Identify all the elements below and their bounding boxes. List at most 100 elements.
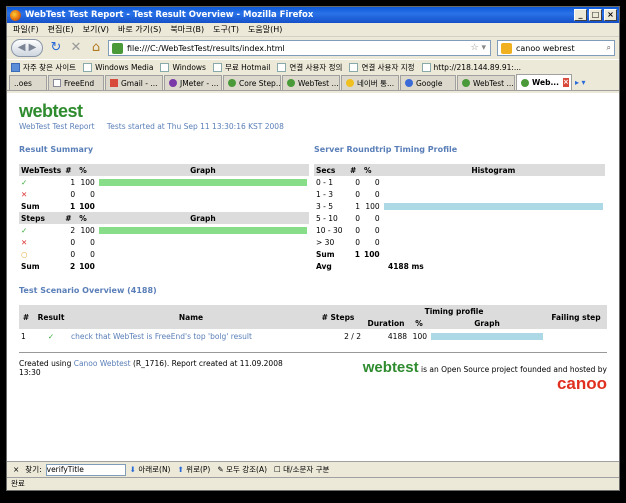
- find-label: 찾기:: [25, 465, 42, 474]
- pass-icon: ✓: [21, 225, 28, 235]
- tab[interactable]: WebTest ...: [282, 75, 340, 90]
- table-row: 0 - 100: [316, 177, 380, 187]
- menu-edit[interactable]: 편집(E): [48, 24, 74, 35]
- fail-icon: ✕: [21, 189, 28, 199]
- pass-icon: ✓: [47, 332, 55, 341]
- tab[interactable]: FreeEnd: [48, 75, 104, 90]
- tab[interactable]: Google: [400, 75, 456, 90]
- home-icon[interactable]: ⌂: [88, 40, 104, 56]
- menu-bookmarks[interactable]: 북마크(B): [170, 24, 204, 35]
- report-footer: Created using Canoo Webtest (R_1716). Re…: [19, 359, 607, 392]
- webtest-icon: [462, 79, 470, 87]
- histogram-bar: [383, 202, 603, 210]
- highlight-icon: ✎: [217, 465, 224, 474]
- maximize-button[interactable]: □: [589, 9, 602, 21]
- timing-profile-title: Server Roundtrip Timing Profile: [314, 145, 458, 154]
- timing-table: Secs # % Histogram 0 - 100 1 - 300 3 - 5…: [314, 164, 605, 272]
- duration-bar: [431, 333, 543, 340]
- highlight-all-button[interactable]: ✎ 모두 강조(A): [217, 464, 267, 475]
- webtest-icon: [521, 78, 529, 87]
- menu-file[interactable]: 파일(F): [13, 24, 39, 35]
- brand-text: is an Open Source project founded and ho…: [421, 365, 607, 374]
- page-icon: [421, 62, 431, 72]
- tab[interactable]: Core Step...: [223, 75, 281, 90]
- canoo-webtest-link[interactable]: Canoo Webtest: [74, 359, 131, 368]
- result-summary: Result Summary WebTests # % Graph ✓ 1 10…: [19, 145, 309, 272]
- page-icon: [83, 62, 93, 72]
- tests-started: Tests started at Thu Sep 11 13:30:16 KST…: [106, 122, 284, 131]
- tab-bar: ..oes FreeEnd Gmail - ... JMeter - ... C…: [7, 74, 619, 91]
- scenario-link[interactable]: check that WebTest is FreeEnd's top 'bol…: [71, 332, 252, 341]
- menu-view[interactable]: 보기(V): [83, 24, 109, 35]
- table-row: ✕ 0 0: [21, 189, 95, 199]
- tab-scroll-icon[interactable]: ▸ ▾: [575, 78, 586, 87]
- find-input[interactable]: [45, 463, 126, 476]
- table-row: ✓ 2 100: [19, 224, 309, 236]
- menu-tools[interactable]: 도구(T): [213, 24, 239, 35]
- tab[interactable]: Gmail - ...: [105, 75, 163, 90]
- find-prev-button[interactable]: ⬆ 위로(P): [177, 464, 210, 475]
- search-engine-icon[interactable]: [501, 42, 512, 54]
- brand-block: webtest is an Open Source project founde…: [363, 359, 607, 392]
- table-row: ✕ 0 0: [21, 237, 95, 247]
- bookmark-item[interactable]: 무료 Hotmail: [212, 62, 270, 73]
- table-row: 3 - 5 1 100: [314, 200, 605, 212]
- page-icon: [349, 62, 359, 72]
- google-icon: [405, 79, 413, 87]
- search-icon[interactable]: ⌕: [607, 43, 611, 53]
- webtest-icon: [287, 79, 295, 87]
- table-row: Avg 4188 ms: [316, 261, 424, 271]
- tab[interactable]: WebTest ...: [457, 75, 515, 90]
- table-row: Sum 1 100: [21, 201, 95, 211]
- webtests-table: WebTests # % Graph ✓ 1 100 ✕ 0 0 Sum 1 1…: [19, 164, 309, 272]
- reload-icon[interactable]: ↻: [48, 40, 64, 56]
- bookmark-item[interactable]: http://218.144.89.91:...: [421, 62, 521, 72]
- scenario-section: Test Scenario Overview (4188) # Result N…: [19, 286, 607, 344]
- window-title: WebTest Test Report - Test Result Overvi…: [25, 10, 314, 20]
- browser-window: WebTest Test Report - Test Result Overvi…: [6, 6, 620, 491]
- naver-icon: [346, 79, 354, 87]
- arrow-down-icon: ⬇: [129, 465, 136, 474]
- graph-bar: [98, 226, 307, 234]
- title-bar: WebTest Test Report - Test Result Overvi…: [7, 7, 619, 23]
- back-forward-button[interactable]: ◀ ▶: [11, 39, 43, 57]
- bookmark-item[interactable]: 연결 사용자 정의: [277, 62, 342, 73]
- url-bar[interactable]: file:///C:/WebTestTest/results/index.htm…: [108, 40, 491, 56]
- webtest-brand[interactable]: webtest: [363, 359, 419, 376]
- webtest-icon: [228, 79, 236, 87]
- report-subtitle: WebTest Test Report: [19, 122, 95, 131]
- checkbox-icon: ☐: [274, 465, 281, 474]
- match-case-checkbox[interactable]: ☐ 대/소문자 구분: [274, 464, 329, 475]
- status-text: 완료: [11, 479, 25, 488]
- bookmark-item[interactable]: Windows Media: [83, 62, 153, 72]
- scenario-title: Test Scenario Overview (4188): [19, 286, 157, 295]
- menu-history[interactable]: 바로 가기(S): [118, 24, 161, 35]
- table-row: 5 - 10 0 0: [316, 213, 380, 223]
- bookmark-star-icon[interactable]: ☆ ▾: [471, 43, 486, 53]
- tab[interactable]: JMeter - ...: [164, 75, 222, 90]
- bookmark-item[interactable]: Windows: [160, 62, 206, 72]
- find-bar: × 찾기: ⬇ 아래로(N) ⬆ 위로(P) ✎ 모두 강조(A) ☐ 대/소문…: [7, 461, 619, 477]
- bookmark-item[interactable]: 연결 사용자 지정: [349, 62, 415, 73]
- search-input[interactable]: canoo webrest: [516, 44, 607, 53]
- fail-icon: ✕: [21, 237, 28, 247]
- table-row: Sum 1 100: [316, 249, 380, 259]
- tab-active[interactable]: Web... ×: [516, 74, 572, 90]
- find-next-button[interactable]: ⬇ 아래로(N): [130, 464, 171, 475]
- close-button[interactable]: ×: [604, 9, 617, 21]
- close-find-icon[interactable]: ×: [13, 465, 19, 474]
- table-row: > 30 0 0: [316, 237, 380, 247]
- stop-icon[interactable]: ✕: [68, 40, 84, 56]
- canoo-logo[interactable]: canoo: [557, 374, 607, 393]
- tab[interactable]: ..oes: [9, 75, 47, 90]
- minimize-button[interactable]: _: [574, 9, 587, 21]
- tab[interactable]: 네이버 통...: [341, 75, 399, 90]
- search-box[interactable]: canoo webrest ⌕: [497, 40, 615, 56]
- timing-profile: Server Roundtrip Timing Profile Secs # %…: [314, 145, 605, 272]
- bookmarks-toolbar: 자주 찾은 사이트 Windows Media Windows 무료 Hotma…: [7, 59, 619, 74]
- close-tab-icon[interactable]: ×: [563, 78, 569, 87]
- page-content: webtest WebTest Test Report Tests starte…: [7, 93, 619, 461]
- menu-help[interactable]: 도움말(H): [248, 24, 282, 35]
- bookmark-item[interactable]: 자주 찾은 사이트: [11, 62, 76, 73]
- url-text[interactable]: file:///C:/WebTestTest/results/index.htm…: [127, 44, 471, 53]
